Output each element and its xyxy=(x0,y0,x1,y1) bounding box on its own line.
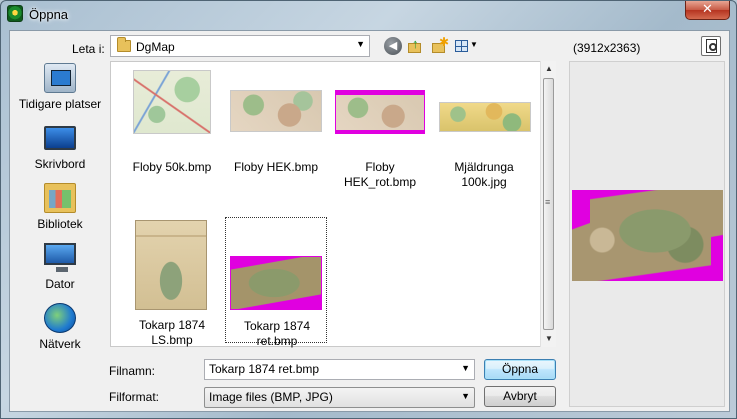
chevron-down-icon: ▼ xyxy=(461,391,470,401)
place-desktop[interactable]: Skrivbord xyxy=(14,123,106,181)
back-arrow-icon: ◀ xyxy=(388,40,398,52)
cancel-button[interactable]: Avbryt xyxy=(484,386,556,407)
app-icon xyxy=(7,5,23,22)
magnifier-icon xyxy=(709,43,717,51)
chevron-down-icon[interactable]: ▼ xyxy=(461,363,470,373)
place-library[interactable]: Bibliotek xyxy=(14,183,106,241)
preview-toggle-button[interactable] xyxy=(701,36,721,56)
file-item[interactable]: Floby 50k.bmp xyxy=(121,66,223,192)
open-button[interactable]: Öppna xyxy=(484,359,556,380)
new-folder-button[interactable]: ✱ xyxy=(430,35,450,55)
filetype-label: Filformat: xyxy=(109,390,160,404)
file-item-selected[interactable]: Tokarp 1874 ret.bmp xyxy=(225,217,327,348)
file-name: Floby HEK.bmp xyxy=(233,160,319,174)
filename-label: Filnamn: xyxy=(109,364,156,378)
computer-icon xyxy=(44,243,76,272)
window-title: Öppna xyxy=(29,7,69,22)
scroll-down-icon[interactable]: ▼ xyxy=(541,331,557,347)
title-bar[interactable]: Öppna ✕ xyxy=(1,1,736,29)
filename-input[interactable]: Tokarp 1874 ret.bmp ▼ xyxy=(204,359,475,380)
file-item[interactable]: Tokarp 1874 LS.bmp xyxy=(121,218,223,347)
filename-value: Tokarp 1874 ret.bmp xyxy=(209,362,320,376)
filetype-value: Image files (BMP, JPG) xyxy=(209,390,333,404)
preview-pane xyxy=(569,61,725,407)
network-icon xyxy=(44,303,76,333)
file-name: Mjäldrunga 100k.jpg xyxy=(454,160,514,189)
place-network[interactable]: Nätverk xyxy=(14,303,106,361)
file-name: Floby HEK_rot.bmp xyxy=(343,160,417,189)
file-thumbnail xyxy=(133,70,211,134)
folder-icon xyxy=(117,37,131,52)
view-menu-button[interactable]: ▼ xyxy=(454,37,478,55)
file-thumbnail xyxy=(230,90,322,132)
place-label: Bibliotek xyxy=(37,217,83,231)
file-item[interactable]: Floby HEK_rot.bmp xyxy=(329,66,431,192)
scroll-up-icon[interactable]: ▲ xyxy=(541,61,557,77)
file-name: Tokarp 1874 LS.bmp xyxy=(138,318,206,347)
file-thumbnail xyxy=(439,102,531,132)
close-button[interactable]: ✕ xyxy=(685,1,730,20)
chevron-down-icon: ▼ xyxy=(356,39,365,49)
preview-image xyxy=(572,190,723,281)
place-label: Skrivbord xyxy=(34,157,86,171)
look-in-value: DgMap xyxy=(136,40,175,54)
place-label: Nätverk xyxy=(39,337,81,351)
back-button[interactable]: ◀ xyxy=(384,37,402,55)
place-computer[interactable]: Dator xyxy=(14,243,106,301)
library-icon xyxy=(44,183,76,213)
sparkle-icon: ✱ xyxy=(439,35,450,49)
file-name: Tokarp 1874 ret.bmp xyxy=(243,319,311,348)
file-item[interactable]: Floby HEK.bmp xyxy=(225,66,327,192)
place-label: Tidigare platser xyxy=(18,97,102,111)
desktop-icon xyxy=(44,126,76,150)
file-name: Floby 50k.bmp xyxy=(132,160,212,174)
look-in-label: Leta i: xyxy=(72,42,105,56)
file-item[interactable]: Mjäldrunga 100k.jpg xyxy=(433,66,535,192)
file-list-scrollbar[interactable]: ▲ ▼ xyxy=(540,61,556,347)
up-one-level-button[interactable]: ↑ xyxy=(406,36,424,55)
file-thumbnail xyxy=(335,90,425,134)
view-grid-icon xyxy=(455,40,468,52)
place-label: Dator xyxy=(45,277,75,291)
file-list[interactable]: Floby 50k.bmp Floby HEK.bmp Floby HEK_ro… xyxy=(110,61,556,348)
file-thumbnail xyxy=(230,256,322,310)
recent-places-icon xyxy=(44,63,76,93)
look-in-dropdown[interactable]: DgMap ▼ xyxy=(110,35,370,57)
filetype-select[interactable]: Image files (BMP, JPG) ▼ xyxy=(204,387,475,408)
places-bar: Tidigare platser Skrivbord Bibliotek Dat… xyxy=(14,63,106,363)
file-thumbnail xyxy=(135,220,207,310)
up-arrow-icon: ↑ xyxy=(412,36,419,51)
chevron-down-icon: ▼ xyxy=(470,40,478,49)
dialog-body: Leta i: DgMap ▼ ◀ ↑ ✱ ▼ (3912x2363) Tidi… xyxy=(9,30,730,412)
open-file-dialog: Öppna ✕ Leta i: DgMap ▼ ◀ ↑ ✱ ▼ (3912x23… xyxy=(0,0,737,419)
scroll-thumb[interactable] xyxy=(543,78,554,330)
place-recent[interactable]: Tidigare platser xyxy=(14,63,106,121)
image-size-readout: (3912x2363) xyxy=(573,41,641,55)
